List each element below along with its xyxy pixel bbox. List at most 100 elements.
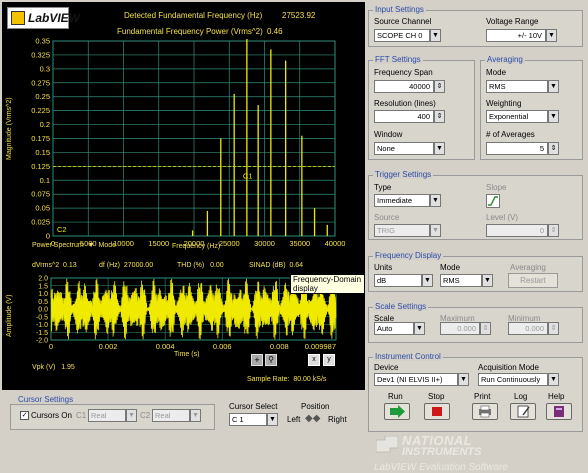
time-x-axis-label: Time (s) (174, 351, 200, 358)
ni-eagle-icon (375, 435, 399, 453)
time-x-tick-label: 0.004 (156, 342, 175, 351)
trigger-level-label: Level (V) (486, 213, 519, 222)
trigger-source-label: Source (374, 213, 400, 222)
time-x-tick-label: 0 (49, 342, 53, 351)
time-y-tick-label: 0.0 (38, 307, 48, 314)
input-settings-title: Input Settings (373, 5, 426, 14)
settings-panel: Input Settings Source Channel SCOPE CH 0… (366, 0, 588, 473)
time-y-axis-label: Amplitude (V) (6, 294, 13, 337)
time-y-tick-label: -0.5 (36, 314, 48, 321)
frequency-span-input[interactable]: 40000 (374, 80, 434, 93)
run-button[interactable] (384, 403, 410, 420)
time-x-tick-label: 0.006 (213, 342, 232, 351)
zoom-tool-icon[interactable]: ⚲ (265, 354, 277, 366)
num-averages-input[interactable]: 5 (486, 142, 548, 155)
scale-settings-title: Scale Settings (373, 302, 429, 311)
chevron-down-icon[interactable]: ▼ (422, 274, 433, 287)
chevron-down-icon[interactable]: ▼ (190, 409, 201, 422)
resolution-input[interactable]: 400 (374, 110, 434, 123)
stepper-icon[interactable]: ⇕ (434, 80, 445, 93)
run-arrow-icon (390, 405, 405, 418)
chevron-down-icon[interactable]: ▼ (126, 409, 137, 422)
time-y-tick-label: -2.0 (36, 338, 48, 345)
chevron-down-icon[interactable]: ▼ (548, 80, 559, 93)
display-averaging-label: Averaging (510, 263, 546, 272)
stepper-icon[interactable]: ⇕ (434, 110, 445, 123)
ni-name-line2: INSTRUMENTS (402, 446, 482, 458)
trigger-type-select[interactable]: Immediate (374, 194, 430, 207)
chevron-down-icon[interactable]: ▼ (546, 29, 557, 42)
stepper-icon[interactable]: ⇕ (480, 322, 491, 335)
device-select[interactable]: Dev1 (NI ELVIS II+) (374, 373, 458, 386)
chevron-down-icon[interactable]: ▼ (434, 142, 445, 155)
cursor-tool-icon[interactable]: + (251, 354, 263, 366)
rising-slope-icon[interactable] (486, 194, 500, 208)
chevron-down-icon[interactable]: ▼ (548, 373, 559, 386)
weighting-label: Weighting (486, 99, 522, 108)
time-y-tick-label: 2.0 (38, 276, 48, 283)
c1-select[interactable]: Real (88, 409, 126, 422)
frequency-display-title: Frequency Display (373, 251, 444, 260)
acquisition-mode-label: Acquisition Mode (478, 363, 539, 372)
cursor-select-label: Cursor Select (229, 402, 278, 411)
restart-button[interactable]: Restart (508, 273, 558, 288)
chevron-down-icon[interactable]: ▼ (430, 194, 441, 207)
display-mode-select[interactable]: RMS (440, 274, 482, 287)
position-diamond-icon[interactable]: ◆◆ (305, 413, 320, 424)
chevron-down-icon[interactable]: ▼ (482, 274, 493, 287)
units-label: Units (374, 263, 393, 272)
left-label: Left (287, 415, 301, 424)
source-channel-select[interactable]: SCOPE CH 0 (374, 29, 430, 42)
time-x-tick-label: 0.009987 (305, 342, 336, 351)
cursors-on-checkbox[interactable]: ✓ (20, 411, 29, 420)
stepper-icon[interactable]: ⇕ (548, 142, 559, 155)
cursor-settings-title: Cursor Settings (16, 395, 76, 404)
chevron-down-icon[interactable]: ▼ (430, 224, 441, 237)
trigger-source-select[interactable]: TRIG (374, 224, 430, 237)
c2-select[interactable]: Real (152, 409, 190, 422)
cursors-on-label: Cursors On (31, 411, 72, 420)
minimum-input[interactable]: 0.000 (508, 322, 548, 335)
chevron-down-icon[interactable]: ▼ (430, 29, 441, 42)
print-button[interactable] (472, 403, 498, 420)
averaging-mode-select[interactable]: RMS (486, 80, 548, 93)
vpk-value: 1.95 (61, 364, 75, 371)
help-book-icon (554, 406, 564, 417)
chevron-down-icon[interactable]: ▼ (458, 373, 469, 386)
num-averages-label: # of Averages (486, 130, 535, 139)
x-scale-icon[interactable]: x (308, 354, 320, 366)
display-mode-label: Mode (440, 263, 461, 272)
time-y-tick-label: -1.0 (36, 322, 48, 329)
averaging-title: Averaging (485, 55, 525, 64)
evaluation-footer: LabVIEW Evaluation Software (374, 462, 508, 473)
help-button[interactable] (546, 403, 572, 420)
units-select[interactable]: dB (374, 274, 422, 287)
chevron-down-icon[interactable]: ▼ (267, 413, 278, 426)
trigger-level-input[interactable]: 0 (486, 224, 548, 237)
stepper-icon[interactable]: ⇕ (548, 322, 559, 335)
log-pencil-icon (517, 405, 530, 418)
acquisition-mode-select[interactable]: Run Continuously (478, 373, 548, 386)
frequency-span-label: Frequency Span (374, 68, 433, 77)
maximum-input[interactable]: 0.000 (440, 322, 480, 335)
right-label: Right (328, 415, 347, 424)
time-x-tick-label: 0.002 (99, 342, 118, 351)
chevron-down-icon[interactable]: ▼ (548, 110, 559, 123)
help-label: Help (548, 392, 565, 401)
window-select[interactable]: None (374, 142, 434, 155)
cursor-select[interactable]: C 1 (229, 413, 267, 426)
run-label: Run (388, 392, 403, 401)
log-label: Log (514, 392, 528, 401)
stepper-icon[interactable]: ⇕ (548, 224, 559, 237)
scale-select[interactable]: Auto (374, 322, 414, 335)
weighting-select[interactable]: Exponential (486, 110, 548, 123)
y-scale-icon[interactable]: y (323, 354, 335, 366)
stop-button[interactable] (424, 403, 450, 420)
time-graph[interactable]: -2.0-1.5-1.0-0.50.00.51.01.52.0 0 0.002 0.0… (2, 2, 365, 390)
voltage-range-select[interactable]: +/- 10V (486, 29, 546, 42)
c1-label: C1 (76, 411, 87, 420)
chevron-down-icon[interactable]: ▼ (414, 322, 425, 335)
log-button[interactable] (510, 403, 536, 420)
averaging-mode-label: Mode (486, 68, 507, 77)
stop-square-icon (432, 407, 442, 416)
